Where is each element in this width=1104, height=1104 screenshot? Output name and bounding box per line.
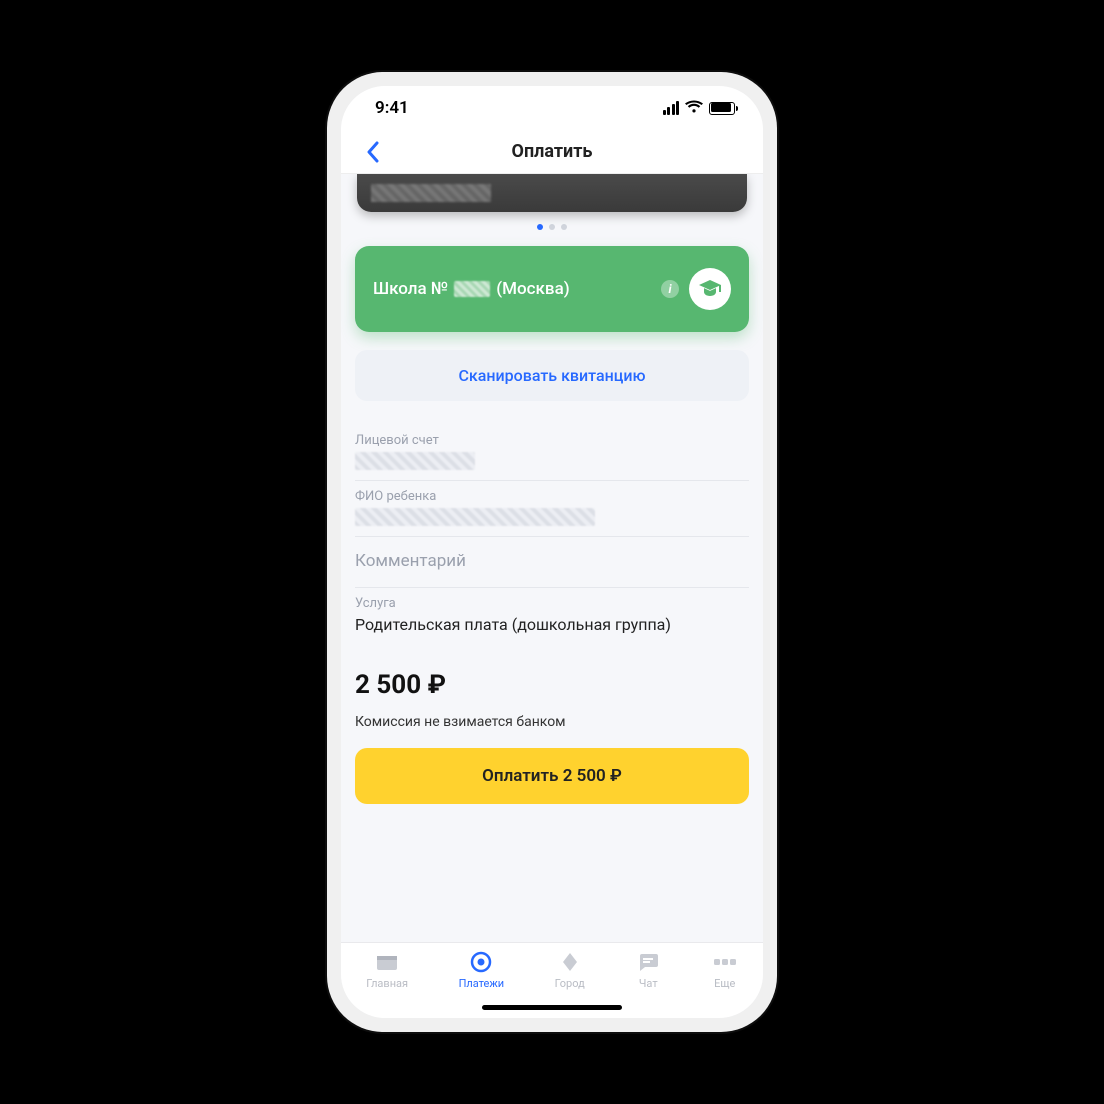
card-number-redacted [371, 184, 491, 202]
tab-chat[interactable]: Чат [635, 951, 661, 990]
service-label: Услуга [355, 596, 749, 611]
card-pager-dots [355, 224, 749, 230]
child-name-value-redacted [355, 508, 595, 526]
dot-active [537, 224, 543, 230]
payee-suffix: (Москва) [496, 279, 569, 299]
status-bar: 9:41 [341, 86, 763, 130]
payee-title: Школа № (Москва) [373, 279, 651, 299]
page-title: Оплатить [512, 141, 593, 162]
status-icons [663, 100, 736, 117]
child-name-field[interactable]: ФИО ребенка [355, 481, 749, 537]
tab-city[interactable]: Город [555, 951, 585, 990]
city-icon [557, 951, 583, 973]
back-button[interactable] [353, 130, 393, 173]
tab-home-label: Главная [366, 977, 408, 990]
tab-payments[interactable]: Платежи [459, 951, 505, 990]
tab-more-label: Еще [714, 977, 735, 990]
tab-more[interactable]: Еще [712, 951, 738, 990]
status-time: 9:41 [375, 98, 409, 118]
graduation-cap-icon [689, 268, 731, 310]
account-label: Лицевой счет [355, 433, 749, 448]
payee-card[interactable]: Школа № (Москва) i [355, 246, 749, 332]
content: Школа № (Москва) i Сканировать квитанцию… [341, 174, 763, 942]
comment-field[interactable]: Комментарий [355, 537, 749, 588]
chat-icon [635, 951, 661, 973]
child-name-label: ФИО ребенка [355, 489, 749, 504]
dot [549, 224, 555, 230]
account-field[interactable]: Лицевой счет [355, 425, 749, 481]
fee-note: Комиссия не взимается банком [355, 714, 749, 730]
amount-display: 2 500 ₽ [355, 670, 749, 700]
home-icon [374, 951, 400, 973]
tab-payments-label: Платежи [459, 977, 505, 990]
nav-header: Оплатить [341, 130, 763, 174]
home-indicator[interactable] [482, 1005, 622, 1010]
payee-prefix: Школа № [373, 279, 448, 299]
cellular-icon [663, 101, 680, 115]
payment-card[interactable] [357, 174, 747, 212]
account-value-redacted [355, 452, 475, 470]
device-frame: 9:41 Оплатить [327, 72, 777, 1032]
comment-placeholder: Комментарий [355, 545, 749, 577]
scan-receipt-button[interactable]: Сканировать квитанцию [355, 350, 749, 401]
service-field[interactable]: Услуга Родительская плата (дошкольная гр… [355, 588, 749, 644]
tab-chat-label: Чат [639, 977, 658, 990]
payments-icon [468, 951, 494, 973]
screen: 9:41 Оплатить [341, 86, 763, 1018]
payee-number-redacted [454, 281, 490, 297]
info-icon[interactable]: i [661, 280, 679, 298]
more-icon [712, 951, 738, 973]
wifi-icon [685, 100, 703, 117]
dot [561, 224, 567, 230]
tab-home[interactable]: Главная [366, 951, 408, 990]
form-fields: Лицевой счет ФИО ребенка Комментарий Усл… [355, 425, 749, 644]
battery-icon [709, 102, 735, 115]
pay-button[interactable]: Оплатить 2 500 ₽ [355, 748, 749, 804]
service-value: Родительская плата (дошкольная группа) [355, 615, 749, 634]
tab-city-label: Город [555, 977, 585, 990]
